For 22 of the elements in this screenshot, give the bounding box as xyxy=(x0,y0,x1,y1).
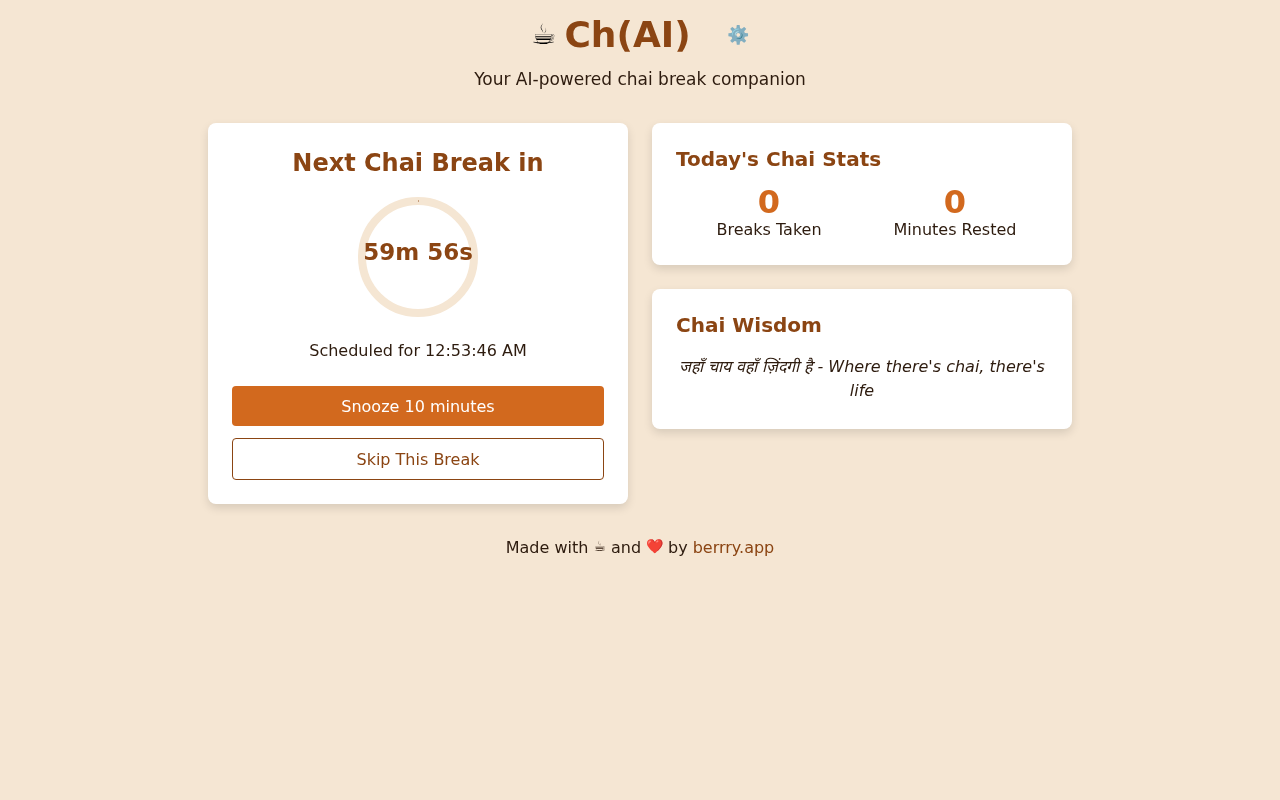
settings-button[interactable]: ⚙ xyxy=(726,23,749,46)
footer-link[interactable]: berrry.app xyxy=(692,538,775,557)
app-title: Ch(AI) xyxy=(564,14,691,55)
skip-button[interactable]: Skip This Break xyxy=(232,438,604,480)
stat-label: Minutes Rested xyxy=(892,220,1018,240)
stat-label: Breaks Taken xyxy=(715,220,823,240)
stat-value: 0 xyxy=(942,185,968,221)
card-heading: Next Chai Break in xyxy=(291,149,545,177)
emoji-icon: ❤ xyxy=(646,538,664,557)
countdown: 59m 56s xyxy=(362,239,474,265)
logo-icon: ☕ xyxy=(531,18,557,51)
quote: जहाँ चाय वहाँ ज़िंदगी है - Where there's chai, there's life xyxy=(678,356,1046,403)
snooze-button[interactable]: Snooze 10 minutes xyxy=(232,386,604,426)
scheduled-time: Scheduled for 12:53:46 AM xyxy=(308,341,528,360)
tagline: Your AI-powered chai break companion xyxy=(473,69,807,89)
card-heading: Today's Chai Stats xyxy=(676,147,883,171)
footer-text: Made with xyxy=(505,538,589,557)
emoji-icon: ☕ xyxy=(593,538,606,557)
footer-text: by xyxy=(668,538,688,557)
card-heading: Chai Wisdom xyxy=(676,313,823,338)
stat-value: 0 xyxy=(756,185,782,221)
footer-text: and xyxy=(610,538,642,557)
